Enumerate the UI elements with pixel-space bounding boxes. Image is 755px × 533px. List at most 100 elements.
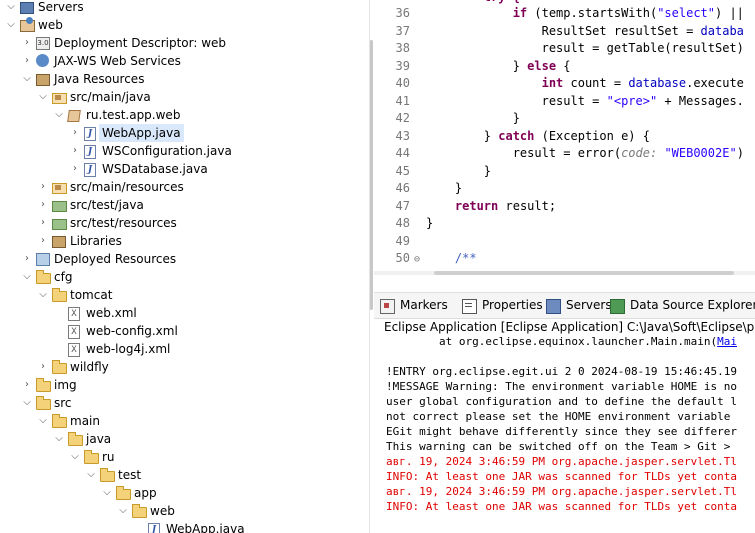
tree-item-web-project[interactable]: ⌵ web: [0, 16, 369, 34]
tree-item-src-main-java[interactable]: ⌵ src/main/java: [0, 88, 369, 106]
chevron-down-icon[interactable]: ⌵: [100, 486, 114, 500]
tree-item-file-wsconfiguration-java[interactable]: › J WSConfiguration.java: [0, 142, 369, 160]
tree-item-folder-cfg[interactable]: ⌵ cfg: [0, 268, 369, 286]
chevron-down-icon[interactable]: ⌵: [4, 18, 18, 32]
chevron-down-icon[interactable]: ⌵: [4, 0, 18, 14]
folder-icon: [36, 378, 51, 392]
chevron-right-icon[interactable]: ›: [36, 360, 50, 374]
tree-item-label: Java Resources: [54, 72, 145, 86]
stacktrace-link[interactable]: Mai: [717, 335, 737, 348]
tree-item-folder-test[interactable]: ⌵ test: [0, 466, 369, 484]
tree-item-folder-tomcat[interactable]: ⌵ tomcat: [0, 286, 369, 304]
code-token: code:: [621, 146, 658, 160]
folder-icon: [52, 360, 67, 374]
folder-icon: [52, 414, 67, 428]
console-text: user global configuration and to define …: [386, 395, 737, 408]
code-line: 45 }: [374, 163, 755, 180]
chevron-down-icon[interactable]: ⌵: [68, 450, 82, 464]
chevron-right-icon[interactable]: ›: [36, 234, 50, 248]
console-line: INFO: At least one JAR was scanned for T…: [386, 499, 737, 514]
tree-item-folder-src[interactable]: ⌵ src: [0, 394, 369, 412]
chevron-down-icon[interactable]: ⌵: [36, 288, 50, 302]
chevron-right-icon[interactable]: ›: [36, 180, 50, 194]
console-text: авг. 19, 2024 3:46:59 PM org.apache.jasp…: [386, 485, 737, 498]
tree-item-folder-app[interactable]: ⌵ app: [0, 484, 369, 502]
tree-item-file-web-xml[interactable]: Xweb.xml: [0, 304, 369, 322]
chevron-down-icon[interactable]: ⌵: [20, 396, 34, 410]
folder-icon: [36, 396, 51, 410]
code-line: 38 result = getTable(resultSet): [374, 40, 755, 57]
code-token: }: [426, 128, 499, 143]
chevron-right-icon[interactable]: ›: [20, 252, 34, 266]
chevron-right-icon[interactable]: ›: [36, 216, 50, 230]
fold-collapse-icon[interactable]: ⊖: [414, 251, 426, 268]
deployed-resources-icon: [36, 253, 50, 266]
tree-item-folder-ru[interactable]: ⌵ ru: [0, 448, 369, 466]
code-token: (Exception e) {: [534, 128, 650, 143]
console-output[interactable]: at org.eclipse.equinox.launcher.Main.mai…: [384, 334, 755, 533]
tab-markers-label: Markers: [400, 298, 448, 312]
tree-item-label: src/test/java: [70, 198, 144, 212]
tree-item-jaxws-services[interactable]: › JAX-WS Web Services: [0, 52, 369, 70]
editor-scroll-thumb[interactable]: [434, 271, 734, 275]
chevron-down-icon[interactable]: ⌵: [20, 72, 34, 86]
chevron-right-icon[interactable]: ›: [68, 126, 82, 140]
code-editor[interactable]: try {36 if (temp.startsWith("select") ||…: [374, 0, 755, 271]
tree-item-deployed-resources[interactable]: › Deployed Resources: [0, 250, 369, 268]
tree-item-folder-img[interactable]: › img: [0, 376, 369, 394]
console-line: !ENTRY org.eclipse.egit.ui 2 0 2024-08-1…: [386, 364, 737, 379]
tree-item-file-webapp-java[interactable]: › J WebApp.java: [0, 124, 369, 142]
tree-item-folder-web[interactable]: ⌵ web: [0, 502, 369, 520]
tree-item-java-resources[interactable]: ⌵ Java Resources: [0, 70, 369, 88]
chevron-down-icon[interactable]: ⌵: [36, 414, 50, 428]
tree-item-package-ru-test-app-web[interactable]: ⌵ ru.test.app.web: [0, 106, 369, 124]
chevron-down-icon[interactable]: ⌵: [52, 108, 66, 122]
tree-item-file-webapp-java-2[interactable]: J WebApp.java: [0, 520, 369, 533]
tree-item-label: img: [54, 378, 77, 392]
chevron-right-icon[interactable]: ›: [20, 378, 34, 392]
code-token: count =: [563, 76, 629, 90]
chevron-down-icon[interactable]: ⌵: [20, 270, 34, 284]
chevron-down-icon[interactable]: ⌵: [36, 90, 50, 104]
tree-item-label: web: [150, 504, 175, 518]
console-text: at org.eclipse.equinox.launcher.Main.mai…: [386, 335, 718, 348]
chevron-right-icon[interactable]: ›: [36, 198, 50, 212]
tab-properties-label: Properties: [482, 298, 543, 312]
tree-item-servers-folder[interactable]: ⌵ Servers: [0, 0, 369, 16]
chevron-down-icon[interactable]: ⌵: [116, 504, 130, 518]
line-number: 46: [395, 181, 410, 195]
properties-icon: [462, 299, 477, 314]
chevron-right-icon[interactable]: ›: [20, 54, 34, 68]
tree-item-folder-main[interactable]: ⌵ main: [0, 412, 369, 430]
tree-item-file-web-config-xml[interactable]: Xweb-config.xml: [0, 322, 369, 340]
tree-item-libraries[interactable]: › Libraries: [0, 232, 369, 250]
console-text: !ENTRY org.eclipse.egit.ui 2 0 2024-08-1…: [386, 365, 737, 378]
tree-item-label: Deployed Resources: [54, 252, 177, 266]
code-token: "<pre>": [606, 93, 658, 108]
chevron-right-icon[interactable]: ›: [20, 36, 34, 50]
tree-item-file-wsdatabase-java[interactable]: › J WSDatabase.java: [0, 160, 369, 178]
line-number: 47: [395, 198, 410, 213]
console-line: авг. 19, 2024 3:46:59 PM org.apache.jasp…: [386, 484, 737, 499]
chevron-right-icon[interactable]: ›: [68, 144, 82, 158]
code-token: if: [512, 6, 528, 20]
console-text: This warning can be switched off on the …: [386, 440, 731, 453]
tree-item-src-test-resources[interactable]: › src/test/resources: [0, 214, 369, 232]
explorer-scrollbar[interactable]: [370, 40, 373, 310]
tree-item-file-web-log4j-xml[interactable]: Xweb-log4j.xml: [0, 340, 369, 358]
tree-item-folder-java[interactable]: ⌵ java: [0, 430, 369, 448]
editor-horizontal-scrollbar[interactable]: [374, 271, 755, 275]
chevron-right-icon[interactable]: ›: [68, 162, 82, 176]
tree-item-src-test-java[interactable]: › src/test/java: [0, 196, 369, 214]
tab-data-source-label: Data Source Explorer: [630, 298, 755, 312]
chevron-down-icon[interactable]: ⌵: [52, 432, 66, 446]
tree-item-folder-wildfly[interactable]: › wildfly: [0, 358, 369, 376]
chevron-down-icon[interactable]: ⌵: [84, 468, 98, 482]
tree-item-src-main-resources[interactable]: › src/main/resources: [0, 178, 369, 196]
code-line: 41 result = "<pre>" + Messages.: [374, 93, 755, 110]
tree-item-label: web: [38, 18, 63, 32]
code-token: }: [426, 111, 520, 125]
tree-item-deployment-descriptor[interactable]: › 3.0 Deployment Descriptor: web: [0, 34, 369, 52]
